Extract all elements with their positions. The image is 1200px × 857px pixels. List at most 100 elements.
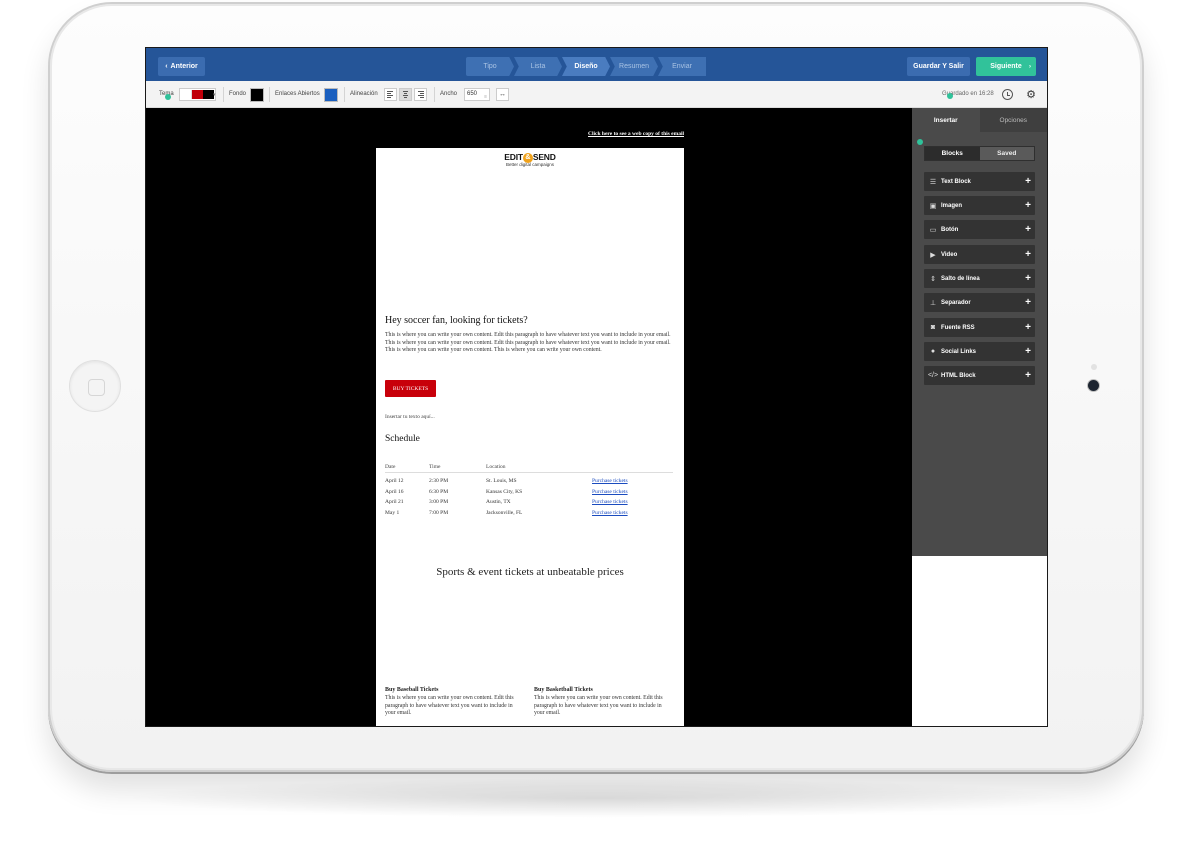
background-color-swatch[interactable] — [250, 88, 264, 102]
step-lista[interactable]: Lista — [514, 57, 562, 76]
baseball-text[interactable]: This is where you can write your own con… — [385, 695, 523, 718]
align-right-button[interactable] — [414, 88, 427, 101]
add-icon[interactable]: + — [1021, 370, 1035, 381]
social-icon: ● — [930, 348, 936, 355]
tablet-camera — [1088, 380, 1099, 391]
step-resumen[interactable]: Resumen — [610, 57, 658, 76]
design-toolbar: Tema ▾ Fondo Enlaces Abiertos Alineación… — [146, 81, 1047, 108]
tablet-sensor — [1091, 364, 1097, 370]
purchase-link[interactable]: Purchase tickets — [592, 478, 628, 484]
history-icon[interactable] — [1002, 89, 1013, 100]
next-button[interactable]: Siguiente › — [976, 57, 1036, 76]
insert-text-placeholder[interactable]: Insertar tu texto aquí... — [385, 414, 435, 420]
block-html[interactable]: </> HTML Block + — [924, 366, 1035, 385]
stepper-icon: ≡ — [484, 94, 487, 100]
add-icon[interactable]: + — [1021, 297, 1035, 308]
buy-tickets-button[interactable]: BUY TICKETS — [385, 380, 436, 397]
chevron-left-icon: ‹ — [165, 63, 168, 70]
block-social[interactable]: ● Social Links + — [924, 342, 1035, 361]
purchase-link[interactable]: Purchase tickets — [592, 510, 628, 516]
tab-insertar[interactable]: Insertar — [912, 108, 980, 132]
chevron-down-icon[interactable]: ▾ — [213, 92, 216, 98]
table-row: April 21 3:00 PM Austin, TX Purchase tic… — [385, 499, 628, 506]
add-icon[interactable]: + — [1021, 273, 1035, 284]
line-break-icon: ⇕ — [930, 275, 936, 283]
purchase-link[interactable]: Purchase tickets — [592, 499, 628, 505]
table-header: Date Time Location — [385, 461, 673, 473]
previous-button[interactable]: ‹ Anterior — [158, 57, 205, 76]
block-line-break[interactable]: ⇕ Salto de línea + — [924, 269, 1035, 288]
blocks-panel: Insertar Opciones Blocks Saved ☰ Text Bl… — [912, 108, 1047, 556]
add-icon[interactable]: + — [1021, 200, 1035, 211]
divider — [434, 87, 435, 102]
table-row: April 12 2:30 PM St. Louis, MS Purchase … — [385, 478, 628, 485]
image-icon: ▣ — [929, 202, 937, 210]
block-separator[interactable]: ⊥ Separador + — [924, 293, 1035, 312]
tab-opciones[interactable]: Opciones — [979, 108, 1047, 132]
code-icon: </> — [927, 372, 939, 379]
basketball-text[interactable]: This is where you can write your own con… — [534, 695, 672, 718]
step-tipo[interactable]: Tipo — [466, 57, 514, 76]
basketball-title[interactable]: Buy Basketball Tickets — [534, 687, 593, 693]
top-nav: ‹ Anterior Tipo Lista Diseño Resumen Env… — [146, 48, 1047, 81]
schedule-title[interactable]: Schedule — [385, 434, 420, 444]
save-exit-button[interactable]: Guardar Y Salir — [907, 57, 970, 76]
blocks-saved-toggle: Blocks Saved — [924, 146, 1035, 161]
email-paragraph[interactable]: This is where you can write your own con… — [385, 332, 675, 355]
block-text[interactable]: ☰ Text Block + — [924, 172, 1035, 191]
email-heading[interactable]: Hey soccer fan, looking for tickets? — [385, 315, 528, 326]
theme-picker[interactable] — [179, 88, 216, 101]
add-icon[interactable]: + — [1021, 346, 1035, 357]
brand-logo[interactable]: EDIT & SEND Better digital campaigns — [498, 152, 562, 174]
divider — [344, 87, 345, 102]
rss-icon: ◙ — [930, 324, 936, 331]
wizard-steps: Tipo Lista Diseño Resumen Enviar — [466, 57, 706, 76]
block-image[interactable]: ▣ Imagen + — [924, 196, 1035, 215]
divider — [223, 87, 224, 102]
segment-blocks[interactable]: Blocks — [925, 147, 980, 160]
links-color-swatch[interactable] — [324, 88, 338, 102]
background-label: Fondo — [229, 91, 247, 97]
width-input[interactable]: 650 ≡ — [464, 88, 490, 101]
panel-empty-area — [912, 556, 1047, 726]
text-icon: ☰ — [929, 178, 937, 186]
panel-tabs: Insertar Opciones — [912, 108, 1047, 132]
align-left-button[interactable] — [384, 88, 397, 101]
add-icon[interactable]: + — [1021, 176, 1035, 187]
chevron-right-icon: › — [1029, 63, 1031, 70]
add-icon[interactable]: + — [1021, 249, 1035, 260]
block-button[interactable]: ▭ Botón + — [924, 220, 1035, 239]
width-label: Ancho — [440, 91, 458, 97]
home-button[interactable] — [69, 360, 121, 412]
add-icon[interactable]: + — [1021, 322, 1035, 333]
align-center-button[interactable] — [399, 88, 412, 101]
video-icon: ▶ — [930, 251, 936, 259]
links-label: Enlaces Abiertos — [275, 91, 320, 97]
gear-icon[interactable]: ⚙ — [1024, 88, 1038, 102]
table-row: May 1 7:00 PM Jacksonville, FL Purchase … — [385, 510, 628, 517]
add-icon[interactable]: + — [1021, 224, 1035, 235]
purchase-link[interactable]: Purchase tickets — [592, 489, 628, 495]
button-icon: ▭ — [929, 226, 937, 234]
tablet-shadow — [120, 778, 1080, 818]
theme-swatch-red — [192, 90, 203, 99]
table-row: April 16 6:30 PM Kansas City, KS Purchas… — [385, 488, 628, 495]
hint-dot[interactable] — [917, 139, 923, 145]
align-label: Alineación — [350, 91, 378, 97]
promo-tagline[interactable]: Sports & event tickets at unbeatable pri… — [376, 566, 684, 578]
web-copy-link[interactable]: Click here to see a web copy of this ema… — [588, 131, 684, 137]
expand-width-icon[interactable]: ↔ — [496, 88, 509, 101]
block-rss[interactable]: ◙ Fuente RSS + — [924, 318, 1035, 337]
theme-swatch-white — [181, 90, 192, 99]
segment-saved[interactable]: Saved — [979, 147, 1034, 160]
hint-dot[interactable] — [947, 93, 953, 99]
app-screen: ‹ Anterior Tipo Lista Diseño Resumen Env… — [145, 47, 1048, 727]
email-canvas[interactable]: EDIT & SEND Better digital campaigns Hey s… — [376, 148, 684, 726]
step-enviar[interactable]: Enviar — [658, 57, 706, 76]
baseball-title[interactable]: Buy Baseball Tickets — [385, 687, 438, 693]
block-video[interactable]: ▶ Video + — [924, 245, 1035, 264]
schedule-table[interactable]: Date Time Location April 12 2:30 PM St. … — [385, 461, 673, 518]
step-diseno[interactable]: Diseño — [562, 57, 610, 76]
hint-dot[interactable] — [165, 94, 171, 100]
divider — [269, 87, 270, 102]
